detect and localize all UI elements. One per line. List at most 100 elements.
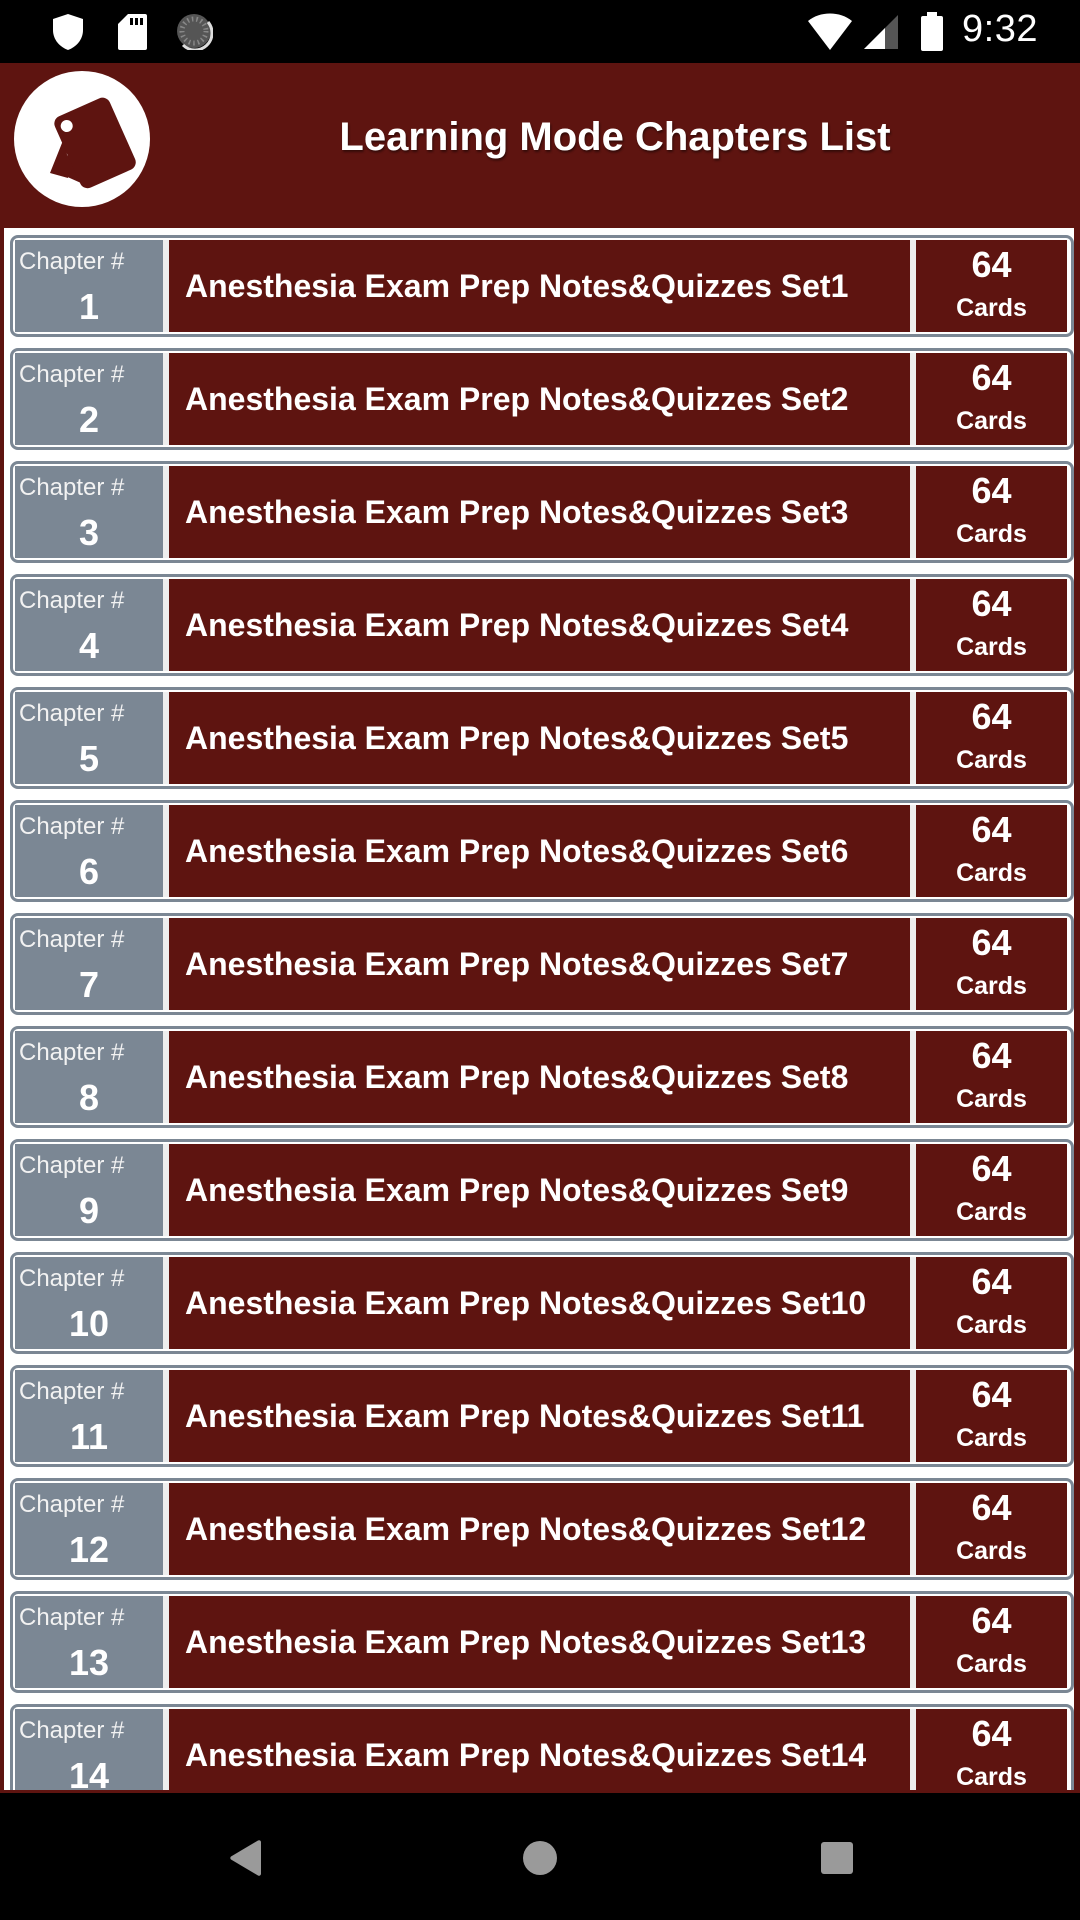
chapter-label: Chapter # <box>19 1604 125 1631</box>
card-count-unit: Cards <box>956 1763 1027 1790</box>
card-count-unit: Cards <box>956 1085 1027 1113</box>
chapter-number: 4 <box>78 625 100 666</box>
card-count-unit: Cards <box>956 1198 1027 1226</box>
chapter-number-cell: Chapter # 2 <box>15 353 163 445</box>
card-count-cell: 64 Cards <box>916 1031 1067 1123</box>
chapter-label: Chapter # <box>19 474 125 501</box>
card-count-unit: Cards <box>956 294 1027 322</box>
chapter-label: Chapter # <box>19 926 125 953</box>
card-count: 64 <box>971 1261 1012 1302</box>
chapter-label: Chapter # <box>19 1039 125 1066</box>
chapter-title[interactable]: Anesthesia Exam Prep Notes&Quizzes Set8 <box>169 1031 910 1123</box>
chapter-row[interactable]: Chapter # 12 Anesthesia Exam Prep Notes&… <box>10 1478 1074 1580</box>
chapter-row[interactable]: Chapter # 4 Anesthesia Exam Prep Notes&Q… <box>10 574 1074 676</box>
wifi-icon <box>808 13 852 50</box>
chapter-title[interactable]: Anesthesia Exam Prep Notes&Quizzes Set14 <box>169 1709 910 1790</box>
list-frame: Chapter # 1 Anesthesia Exam Prep Notes&Q… <box>0 228 1080 1793</box>
chapter-number: 12 <box>68 1529 110 1570</box>
chapter-title[interactable]: Anesthesia Exam Prep Notes&Quizzes Set12 <box>169 1483 910 1575</box>
chapter-number: 14 <box>68 1755 110 1790</box>
chapter-number: 8 <box>78 1077 100 1118</box>
card-count-cell: 64 Cards <box>916 240 1067 332</box>
chapter-row[interactable]: Chapter # 3 Anesthesia Exam Prep Notes&Q… <box>10 461 1074 563</box>
chapter-label: Chapter # <box>19 813 125 840</box>
chapter-number: 9 <box>78 1190 100 1231</box>
chapter-row[interactable]: Chapter # 1 Anesthesia Exam Prep Notes&Q… <box>10 235 1074 337</box>
recents-icon[interactable] <box>807 1828 867 1888</box>
chapter-label: Chapter # <box>19 587 125 614</box>
chapter-number-cell: Chapter # 14 <box>15 1709 163 1790</box>
chapter-label: Chapter # <box>19 248 125 275</box>
chapter-row[interactable]: Chapter # 8 Anesthesia Exam Prep Notes&Q… <box>10 1026 1074 1128</box>
chapter-title[interactable]: Anesthesia Exam Prep Notes&Quizzes Set5 <box>169 692 910 784</box>
card-count: 64 <box>971 1600 1012 1641</box>
chapter-row[interactable]: Chapter # 9 Anesthesia Exam Prep Notes&Q… <box>10 1139 1074 1241</box>
chapter-number: 7 <box>78 964 100 1005</box>
chapter-row[interactable]: Chapter # 6 Anesthesia Exam Prep Notes&Q… <box>10 800 1074 902</box>
sd-card-icon <box>118 14 147 50</box>
chapter-number-cell: Chapter # 1 <box>15 240 163 332</box>
chapter-number-cell: Chapter # 6 <box>15 805 163 897</box>
navigation-bar <box>0 1793 1080 1920</box>
chapter-title[interactable]: Anesthesia Exam Prep Notes&Quizzes Set6 <box>169 805 910 897</box>
card-count-unit: Cards <box>956 633 1027 661</box>
card-count: 64 <box>971 1713 1012 1754</box>
chapter-title[interactable]: Anesthesia Exam Prep Notes&Quizzes Set3 <box>169 466 910 558</box>
card-count-unit: Cards <box>956 1311 1027 1339</box>
chapter-number-cell: Chapter # 10 <box>15 1257 163 1349</box>
card-count: 64 <box>971 1148 1012 1189</box>
card-count: 64 <box>971 244 1012 285</box>
chapter-title[interactable]: Anesthesia Exam Prep Notes&Quizzes Set1 <box>169 240 910 332</box>
card-count: 64 <box>971 922 1012 963</box>
app-header: Learning Mode Chapters List <box>0 63 1080 228</box>
chapter-number: 5 <box>78 738 100 779</box>
card-count: 64 <box>971 1487 1012 1528</box>
card-count: 64 <box>971 470 1012 511</box>
card-count: 64 <box>971 357 1012 398</box>
back-icon[interactable] <box>213 1828 273 1888</box>
card-count-unit: Cards <box>956 520 1027 548</box>
card-count-cell: 64 Cards <box>916 466 1067 558</box>
home-icon[interactable] <box>510 1828 570 1888</box>
card-count: 64 <box>971 1035 1012 1076</box>
page-title: Learning Mode Chapters List <box>339 115 891 159</box>
chapter-title[interactable]: Anesthesia Exam Prep Notes&Quizzes Set13 <box>169 1596 910 1688</box>
chapter-title[interactable]: Anesthesia Exam Prep Notes&Quizzes Set11 <box>169 1370 910 1462</box>
card-count-unit: Cards <box>956 746 1027 774</box>
card-count-cell: 64 Cards <box>916 692 1067 784</box>
card-count-unit: Cards <box>956 407 1027 435</box>
status-bar: 9:32 <box>0 0 1080 63</box>
battery-icon <box>921 12 943 51</box>
chapter-row[interactable]: Chapter # 14 Anesthesia Exam Prep Notes&… <box>10 1704 1074 1790</box>
chapter-row[interactable]: Chapter # 5 Anesthesia Exam Prep Notes&Q… <box>10 687 1074 789</box>
card-count-cell: 64 Cards <box>916 1483 1067 1575</box>
shield-icon <box>53 14 83 50</box>
chapter-row[interactable]: Chapter # 13 Anesthesia Exam Prep Notes&… <box>10 1591 1074 1693</box>
chapter-number: 13 <box>68 1642 110 1683</box>
card-count-cell: 64 Cards <box>916 918 1067 1010</box>
chapter-title[interactable]: Anesthesia Exam Prep Notes&Quizzes Set2 <box>169 353 910 445</box>
chapter-list[interactable]: Chapter # 1 Anesthesia Exam Prep Notes&Q… <box>4 228 1074 1790</box>
chapter-number: 2 <box>78 399 100 440</box>
card-count-unit: Cards <box>956 1650 1027 1678</box>
card-count-unit: Cards <box>956 1424 1027 1452</box>
chapter-row[interactable]: Chapter # 2 Anesthesia Exam Prep Notes&Q… <box>10 348 1074 450</box>
chapter-title[interactable]: Anesthesia Exam Prep Notes&Quizzes Set9 <box>169 1144 910 1236</box>
chapter-row[interactable]: Chapter # 11 Anesthesia Exam Prep Notes&… <box>10 1365 1074 1467</box>
chapter-label: Chapter # <box>19 1378 125 1405</box>
chapter-label: Chapter # <box>19 1265 125 1292</box>
chapter-number-cell: Chapter # 4 <box>15 579 163 671</box>
chapter-title[interactable]: Anesthesia Exam Prep Notes&Quizzes Set4 <box>169 579 910 671</box>
chapter-title[interactable]: Anesthesia Exam Prep Notes&Quizzes Set10 <box>169 1257 910 1349</box>
card-count-cell: 64 Cards <box>916 1709 1067 1790</box>
card-count-cell: 64 Cards <box>916 353 1067 445</box>
chapter-row[interactable]: Chapter # 10 Anesthesia Exam Prep Notes&… <box>10 1252 1074 1354</box>
chapter-title[interactable]: Anesthesia Exam Prep Notes&Quizzes Set7 <box>169 918 910 1010</box>
chapter-number-cell: Chapter # 11 <box>15 1370 163 1462</box>
card-count-cell: 64 Cards <box>916 805 1067 897</box>
chapter-row[interactable]: Chapter # 7 Anesthesia Exam Prep Notes&Q… <box>10 913 1074 1015</box>
cell-signal-icon <box>864 15 898 49</box>
chapter-label: Chapter # <box>19 1491 125 1518</box>
chapter-label: Chapter # <box>19 700 125 727</box>
chapter-number: 10 <box>68 1303 110 1344</box>
